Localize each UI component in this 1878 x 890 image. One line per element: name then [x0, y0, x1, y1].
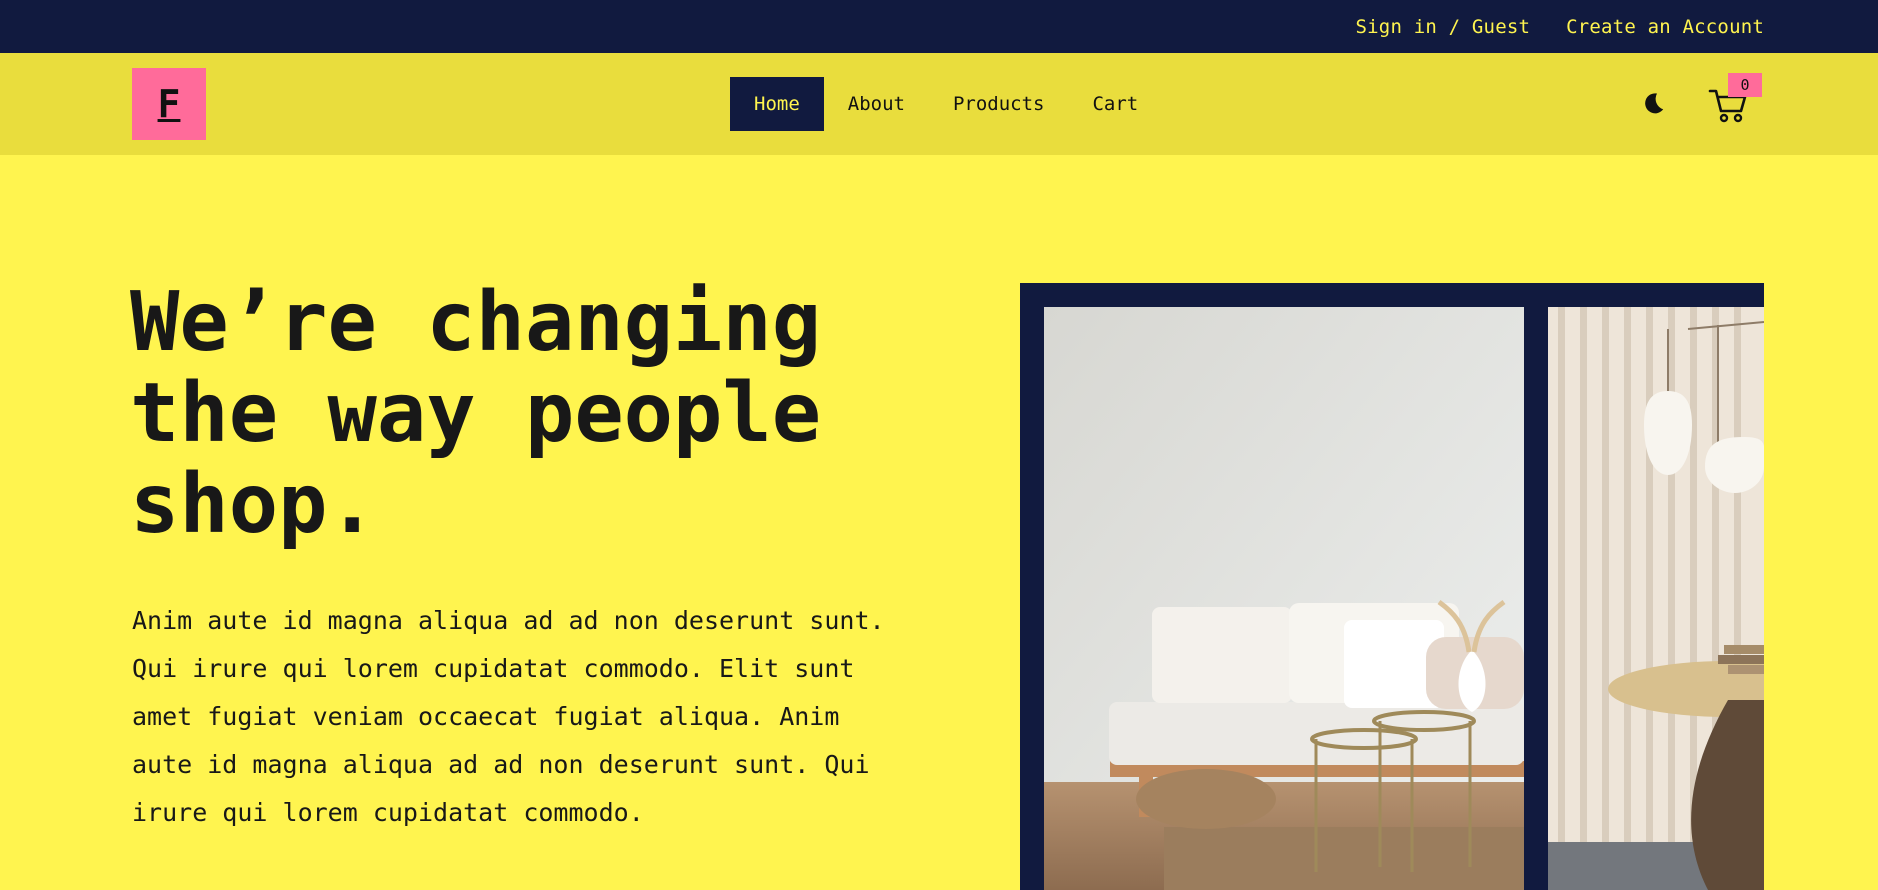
nav-home-link[interactable]: Home [730, 77, 824, 131]
top-utility-bar: Sign in / Guest Create an Account [0, 0, 1878, 53]
nav-links: Home About Products Cart [730, 77, 1162, 131]
create-account-link[interactable]: Create an Account [1566, 16, 1764, 38]
hero-description: Anim aute id magna aliqua ad ad non dese… [132, 606, 885, 827]
moon-icon [1645, 93, 1664, 114]
cart-count-badge: 0 [1728, 73, 1762, 97]
main-navbar: F Home About Products Cart 0 [0, 53, 1878, 155]
logo-letter: F [157, 82, 181, 126]
nav-products-link[interactable]: Products [929, 77, 1069, 131]
sign-in-link[interactable]: Sign in / Guest [1356, 16, 1531, 38]
dining-room-image [1548, 307, 1764, 890]
hero-title: We’re changing the way people shop. [130, 275, 822, 552]
hero-image-gallery [1020, 283, 1764, 890]
theme-toggle-button[interactable] [1636, 86, 1670, 120]
hero-section: We’re changing the way people shop. Anim… [0, 155, 1878, 890]
nav-cart-link[interactable]: Cart [1068, 77, 1162, 131]
living-room-image [1044, 307, 1524, 890]
brand-logo[interactable]: F [132, 68, 206, 140]
nav-about-link[interactable]: About [824, 77, 929, 131]
